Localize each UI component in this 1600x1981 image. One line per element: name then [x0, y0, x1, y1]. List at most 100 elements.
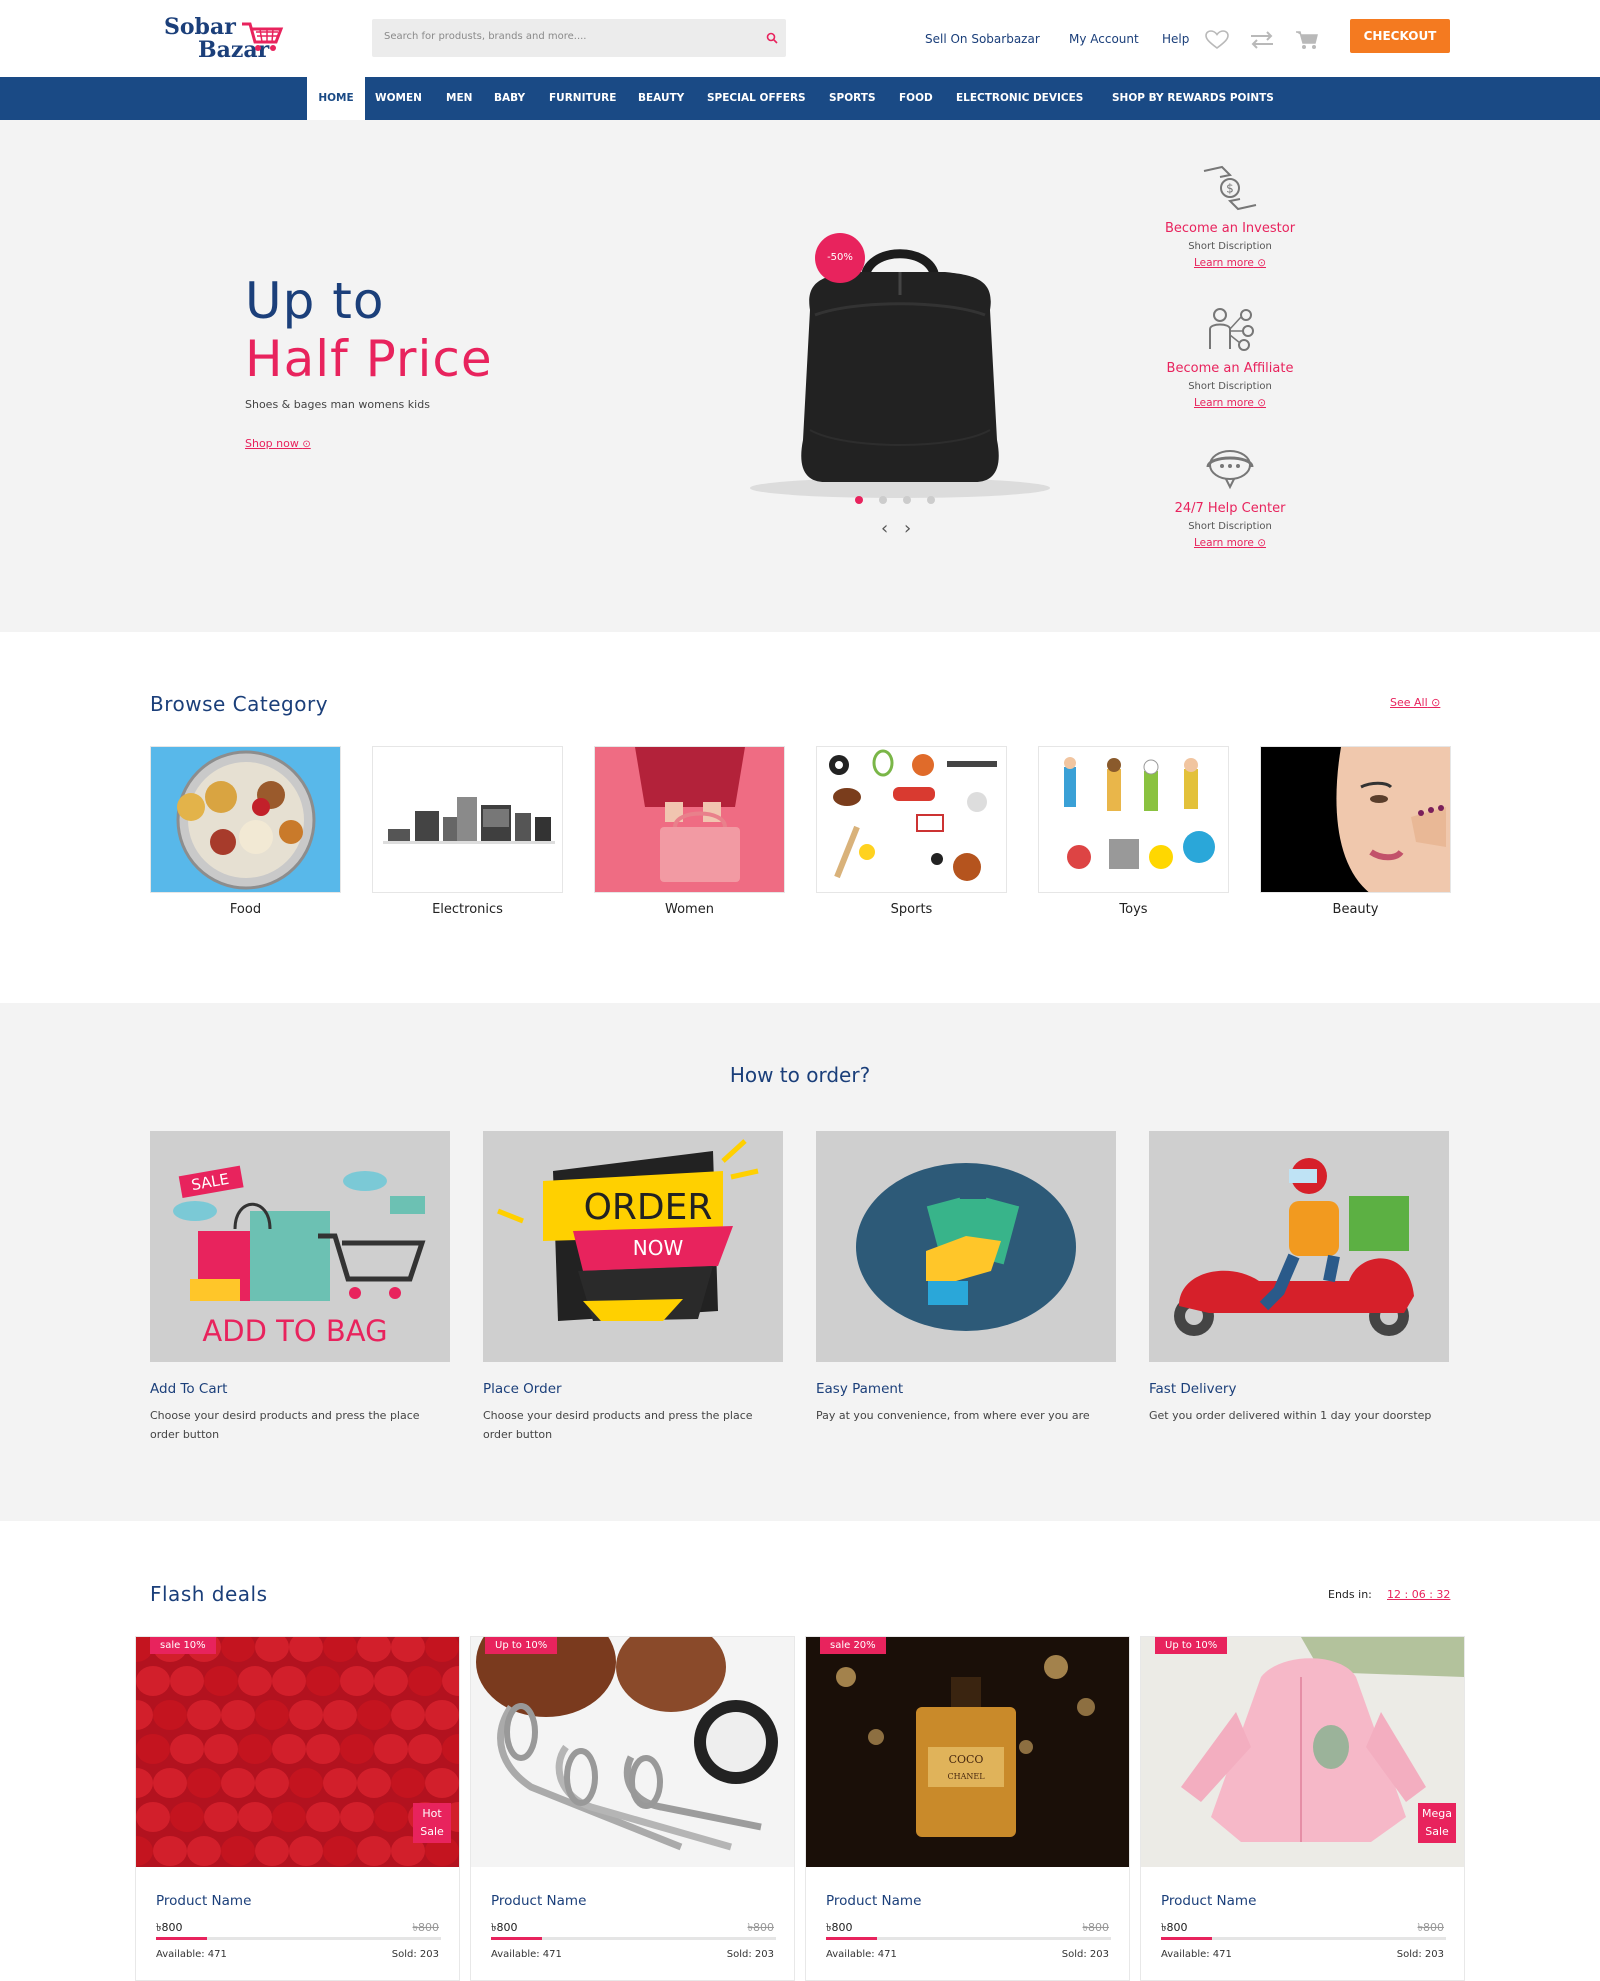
hero-title-line2: Half Price: [245, 330, 493, 388]
sold-progress-bar: [156, 1937, 441, 1940]
strawberry: [136, 1768, 153, 1798]
learn-more-link[interactable]: Learn more ⊙: [1120, 257, 1340, 269]
checkout-button[interactable]: CHECKOUT: [1350, 19, 1450, 53]
category-card-toys[interactable]: [1038, 746, 1229, 893]
slide-dot-2[interactable]: [879, 496, 887, 504]
product-card[interactable]: Up to 10% Mega Sale Product Name ৳800 ৳80…: [1140, 1636, 1465, 1981]
nav-item-electronic-devices[interactable]: ELECTRONIC DEVICES: [956, 77, 1083, 120]
see-all-link[interactable]: See All ⊙: [1390, 696, 1440, 709]
nav-item-furniture[interactable]: FURNITURE: [549, 77, 616, 120]
strawberry: [204, 1734, 238, 1764]
learn-more-link[interactable]: Learn more ⊙: [1120, 397, 1340, 409]
slide-dot-1[interactable]: [855, 496, 863, 504]
beauty-image: [1261, 747, 1450, 892]
product-name[interactable]: Product Name: [826, 1893, 921, 1909]
slide-dot-3[interactable]: [903, 496, 911, 504]
nav-item-women[interactable]: WOMEN: [375, 77, 422, 120]
strawberry: [391, 1700, 425, 1730]
strawberry: [204, 1666, 238, 1696]
nav-item-baby[interactable]: BABY: [494, 77, 525, 120]
mega-sale-badge: Mega Sale: [1418, 1803, 1456, 1843]
product-card[interactable]: COCO CHANEL sale 20% Product Name ৳800 ৳…: [805, 1636, 1130, 1981]
affiliate-icon: [1209, 308, 1254, 351]
product-card[interactable]: sale 10% Hot Sale Product Name ৳800 ৳800 …: [135, 1636, 460, 1981]
delivery-illustration: [1174, 1158, 1414, 1336]
nav-item-men[interactable]: MEN: [446, 77, 472, 120]
badge-line2: Sale: [1425, 1825, 1449, 1838]
next-slide-icon[interactable]: ›: [904, 518, 911, 539]
learn-more-label: Learn more: [1193, 397, 1254, 409]
cart-icon[interactable]: [1295, 30, 1319, 50]
sports-image: [829, 749, 997, 881]
category-card-women[interactable]: [594, 746, 785, 893]
strawberry: [136, 1836, 153, 1866]
svg-text:$: $: [1226, 182, 1234, 196]
category-card-sports[interactable]: [816, 746, 1007, 893]
strawberries-image: [136, 1637, 459, 1866]
search-input[interactable]: Search for produsts, brands and more....: [372, 19, 786, 57]
compare-icon[interactable]: [1249, 31, 1275, 49]
sell-link[interactable]: Sell On Sobarbazar: [925, 32, 1040, 46]
shop-now-link[interactable]: Shop now ⊙: [245, 437, 311, 450]
prev-slide-icon[interactable]: ‹: [881, 518, 888, 539]
logo[interactable]: Sobar Bazar: [164, 14, 304, 64]
category-card-food[interactable]: [150, 746, 341, 893]
strawberry: [374, 1802, 408, 1832]
perfume-image: COCO CHANEL: [836, 1655, 1095, 1837]
product-name[interactable]: Product Name: [1161, 1893, 1256, 1909]
product-old-price: ৳800: [1082, 1921, 1109, 1934]
strawberry: [153, 1768, 187, 1798]
hot-sale-badge: Hot Sale: [413, 1803, 451, 1843]
sold-progress-bar: [826, 1937, 1111, 1940]
sale-tag: Up to 10%: [1155, 1637, 1228, 1654]
product-name[interactable]: Product Name: [491, 1893, 586, 1909]
hero-slider: Up to Half Price Shoes & bages man women…: [0, 120, 1600, 632]
feature-desc: Short Discription: [1188, 241, 1272, 252]
strawberry: [408, 1666, 442, 1696]
slide-dot-4[interactable]: [927, 496, 935, 504]
step-desc: Pay at you convenience, from where ever …: [816, 1409, 1090, 1422]
nav-item-beauty[interactable]: BEAUTY: [638, 77, 684, 120]
investor-icon: $: [1203, 165, 1257, 211]
logo-line1: Sobar: [164, 14, 236, 40]
help-link[interactable]: Help: [1162, 32, 1189, 46]
add-to-bag-text: ADD TO BAG: [202, 1314, 387, 1348]
nav-item-food[interactable]: FOOD: [899, 77, 933, 120]
product-name[interactable]: Product Name: [156, 1893, 251, 1909]
strawberry: [136, 1666, 170, 1696]
strawberry: [136, 1734, 170, 1764]
discount-badge: -50%: [815, 233, 865, 283]
feature-investor: $ Become an Investor Short Discription L…: [1120, 165, 1340, 269]
support-icon: [1206, 450, 1254, 490]
nav-item-rewards-points[interactable]: SHOP BY REWARDS POINTS: [1112, 77, 1274, 120]
strawberry: [374, 1666, 408, 1696]
step-desc: Choose your desird products and press th…: [150, 1409, 420, 1441]
strawberry: [340, 1734, 374, 1764]
search-icon[interactable]: [766, 32, 778, 44]
feature-help-center: 24/7 Help Center Short Discription Learn…: [1120, 445, 1340, 549]
learn-more-label: Learn more: [1193, 537, 1254, 549]
strawberry: [289, 1768, 323, 1798]
logo-cart-icon: [242, 22, 284, 51]
product-card[interactable]: Up to 10% Product Name ৳800 ৳800 Availab…: [470, 1636, 795, 1981]
badge-line2: Sale: [420, 1825, 444, 1838]
strawberry: [289, 1836, 323, 1866]
sale-tag: sale 20%: [820, 1637, 886, 1654]
step-title: Fast Delivery: [1149, 1381, 1237, 1397]
my-account-link[interactable]: My Account: [1069, 32, 1139, 46]
step-image-easy-payment: [816, 1131, 1116, 1362]
nav-item-sports[interactable]: SPORTS: [829, 77, 876, 120]
product-old-price: ৳800: [412, 1921, 439, 1934]
strawberry: [306, 1802, 340, 1832]
main-nav: HOME WOMEN MEN BABY FURNITURE BEAUTY SPE…: [0, 77, 1600, 120]
strawberry: [187, 1700, 221, 1730]
toys-image: [1064, 757, 1215, 869]
category-card-beauty[interactable]: [1260, 746, 1451, 893]
nav-item-special-offers[interactable]: SPECIAL OFFERS: [707, 77, 806, 120]
category-card-electronics[interactable]: [372, 746, 563, 893]
strawberry: [136, 1700, 153, 1730]
heart-icon[interactable]: [1205, 30, 1229, 50]
nav-item-home[interactable]: HOME: [307, 77, 365, 120]
learn-more-link[interactable]: Learn more ⊙: [1120, 537, 1340, 549]
hero-title-line1: Up to: [245, 272, 385, 330]
